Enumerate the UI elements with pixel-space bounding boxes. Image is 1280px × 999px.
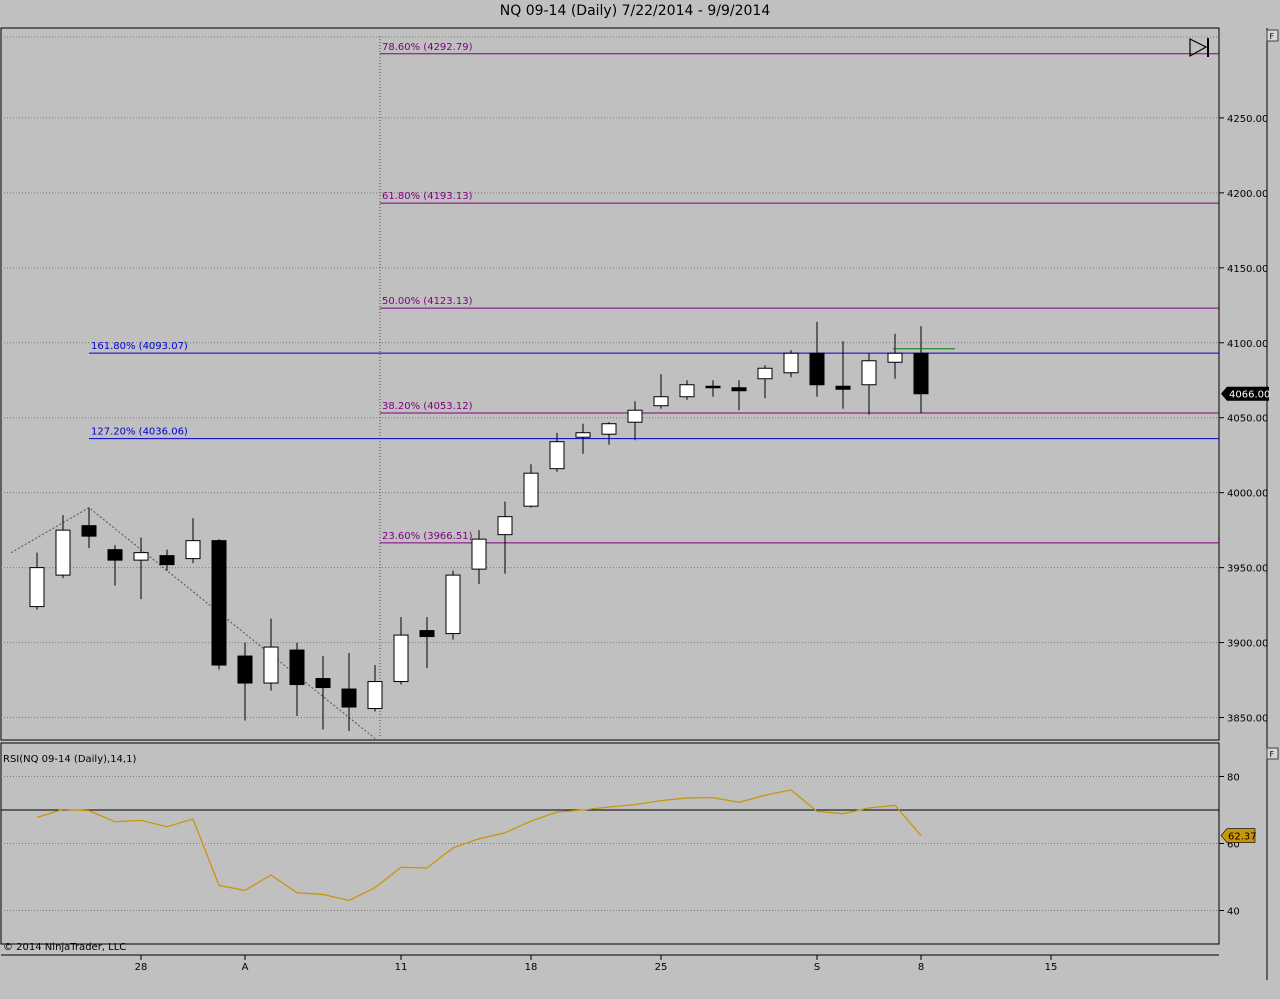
candle-body xyxy=(159,555,175,566)
candle xyxy=(783,350,799,378)
candle-body xyxy=(237,655,253,684)
x-tick-label: 25 xyxy=(655,962,668,973)
candle-body xyxy=(523,472,539,507)
x-tick-label: 11 xyxy=(395,962,408,973)
fib-extension-label: 161.80% (4093.07) xyxy=(91,341,188,352)
price-tick-label: 4150.00 xyxy=(1227,264,1268,275)
candle-body xyxy=(679,384,695,398)
price-tick-label: 3850.00 xyxy=(1227,714,1268,725)
candle-body xyxy=(471,538,487,570)
fib-retracement-label: 78.60% (4292.79) xyxy=(382,42,473,53)
price-tick-label: 4000.00 xyxy=(1227,489,1268,500)
candle-body xyxy=(289,649,305,686)
candle-body xyxy=(835,385,851,390)
price-tick-label: 4200.00 xyxy=(1227,189,1268,200)
price-tick-label: 4250.00 xyxy=(1227,114,1268,125)
price-panel xyxy=(0,27,1220,741)
candle-body xyxy=(913,352,929,395)
fib-extension-label: 127.20% (4036.06) xyxy=(91,427,188,438)
candle-body xyxy=(341,688,357,708)
candle-body xyxy=(757,367,773,380)
candle-body xyxy=(549,441,565,470)
chart-canvas[interactable]: F F 3850.00 3900.00 3950.00 4000.00 4050.00 41… xyxy=(0,0,1280,999)
x-tick-label: 8 xyxy=(918,962,924,973)
price-tick-label: 3900.00 xyxy=(1227,639,1268,650)
candle-body xyxy=(445,574,461,635)
x-tick-label: 18 xyxy=(525,962,538,973)
candle-body xyxy=(575,432,591,438)
x-tick-label: 28 xyxy=(135,962,148,973)
rsi-title: RSI(NQ 09-14 (Daily),14,1) xyxy=(3,754,136,765)
rsi-tick-label: 80 xyxy=(1227,773,1240,784)
rsi-panel-menu-button-label: F xyxy=(1270,750,1275,759)
candle-body xyxy=(29,567,45,608)
candle-body xyxy=(107,549,123,561)
candle-body xyxy=(861,360,877,386)
candle-body xyxy=(55,529,71,576)
fib-retracement-label: 61.80% (4193.13) xyxy=(382,191,473,202)
price-tick-label: 4100.00 xyxy=(1227,339,1268,350)
candle-body xyxy=(653,396,669,407)
rsi-tick-label: 40 xyxy=(1227,907,1240,918)
candle-body xyxy=(887,352,903,363)
x-tick-label: S xyxy=(814,962,820,973)
rsi-last-value-label: 62.37 xyxy=(1228,832,1257,843)
candle-body xyxy=(705,385,721,389)
fib-retracement-label: 50.00% (4123.13) xyxy=(382,296,473,307)
candle-body xyxy=(497,516,513,536)
candle-body xyxy=(263,646,279,684)
candle-body xyxy=(419,630,435,638)
fib-retracement-label: 23.60% (3966.51) xyxy=(382,531,473,542)
candle-body xyxy=(185,540,201,560)
price-tick-label: 3950.00 xyxy=(1227,564,1268,575)
x-tick-label: A xyxy=(242,962,249,973)
candle-body xyxy=(133,552,149,561)
candle-body xyxy=(783,352,799,374)
x-tick-label: 15 xyxy=(1045,962,1058,973)
last-price-label: 4066.00 xyxy=(1229,390,1270,401)
candle-body xyxy=(601,423,617,435)
copyright-text: © 2014 NinjaTrader, LLC xyxy=(3,942,126,953)
candle-body xyxy=(367,681,383,710)
candle xyxy=(211,539,227,670)
price-tick-label: 4050.00 xyxy=(1227,414,1268,425)
chart-window: NQ 09-14 (Daily) 7/22/2014 - 9/9/2014 FF… xyxy=(0,0,1280,999)
candle-body xyxy=(393,634,409,683)
candle-body xyxy=(211,540,227,666)
candle-body xyxy=(627,409,643,423)
candle-body xyxy=(81,525,97,537)
candle-body xyxy=(809,352,825,386)
candle xyxy=(445,570,461,640)
fib-retracement-label: 38.20% (4053.12) xyxy=(382,401,473,412)
candle-body xyxy=(731,387,747,392)
candle-body xyxy=(315,678,331,689)
price-panel-menu-button-label: F xyxy=(1270,32,1275,41)
